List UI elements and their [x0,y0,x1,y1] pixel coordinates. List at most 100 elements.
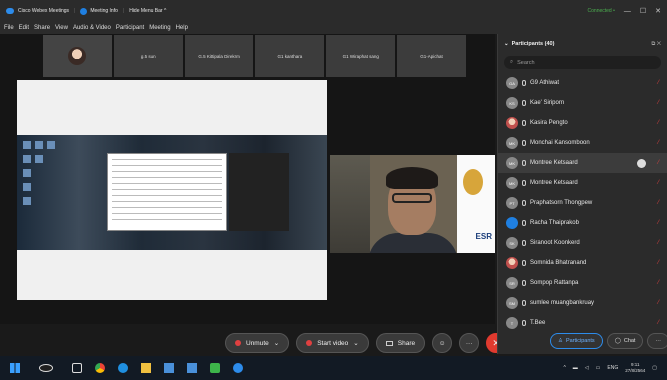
hide-menu-bar-link[interactable]: Hide Menu Bar ^ [129,8,166,14]
system-tray: ^ ▬ ◁ ▭ ENG 9:11 27/8/2564 ▢ [563,362,657,374]
muted-icon[interactable]: ⁄ [658,300,659,306]
search-icon: ⌕ [510,59,514,65]
thumbnail-strip: g.5 sun G.5 Kittipala Direkrm G1 kanthar… [43,35,466,77]
network-icon[interactable]: ▬ [573,365,578,371]
chevron-down-icon[interactable]: ⌄ [504,41,509,47]
thumbnail-video[interactable]: G1 Wiraphat sang [326,35,396,77]
participant-item[interactable]: GA G9 Athiwat ⁄ [498,73,667,93]
desktop-icon [23,155,31,163]
muted-icon[interactable]: ⁄ [658,260,659,266]
edge-icon[interactable] [118,363,128,373]
chrome-icon[interactable] [95,363,105,373]
maximize-button[interactable]: ☐ [640,7,646,15]
keyboard-icon[interactable]: ▭ [596,365,601,371]
file-explorer-icon[interactable] [141,363,151,373]
active-speaker-video[interactable]: ESR [330,155,495,253]
shared-screen[interactable] [17,80,327,300]
avatar [506,217,518,229]
participant-item[interactable]: Racha Thaiprakob ⁄ [498,213,667,233]
windows-start-icon[interactable] [10,363,20,373]
menu-view[interactable]: View [55,25,68,31]
muted-icon[interactable]: ⁄ [658,80,659,86]
thumbnail-video[interactable]: G1 kanthara [255,35,325,77]
muted-icon[interactable]: ⁄ [658,160,659,166]
participant-name: Somnida Bhatranand [530,260,587,266]
participant-item[interactable]: SM sumlee muangbankruay ⁄ [498,293,667,313]
muted-icon[interactable]: ⁄ [658,220,659,226]
connection-status[interactable]: Connected • [588,8,615,14]
participant-item[interactable]: MK Monchai Kansomboon ⁄ [498,133,667,153]
muted-icon[interactable]: ⁄ [658,180,659,186]
microphone-icon [522,320,526,326]
share-button[interactable]: Share [375,333,426,353]
avatar [506,117,518,129]
menu-file[interactable]: File [4,25,14,31]
thumbnail-video[interactable]: g.5 sun [113,35,183,77]
volume-icon[interactable]: ◁ [585,365,589,371]
participant-item[interactable]: MK Montree Ketsaard ⁄ [498,173,667,193]
muted-icon[interactable]: ⁄ [658,100,659,106]
participant-item[interactable]: SR Sompop Rattanpa ⁄ [498,273,667,293]
desktop-icon [35,141,43,149]
muted-icon[interactable]: ⁄ [658,320,659,326]
thumbnail-video[interactable]: G1-Apichat [397,35,466,77]
avatar: MK [506,177,518,189]
notification-icon[interactable]: ▢ [652,365,657,371]
unmute-button[interactable]: Unmute ⌄ [225,333,290,353]
menu-help[interactable]: Help [176,25,188,31]
chevron-down-icon[interactable]: ⌄ [274,339,279,347]
panel-window-controls[interactable]: ⧉ ✕ [651,41,661,48]
line-app-icon[interactable] [210,363,220,373]
avatar: GA [506,77,518,89]
chevron-down-icon[interactable]: ⌄ [353,339,358,347]
muted-icon[interactable]: ⁄ [658,240,659,246]
close-window-button[interactable]: ✕ [655,7,661,15]
menu-edit[interactable]: Edit [19,25,29,31]
participant-item[interactable]: Kasira Pengto ⁄ [498,113,667,133]
task-view-icon[interactable] [72,363,82,373]
panel-footer: ♙ Participants ◯ Chat ··· [550,333,667,349]
muted-icon[interactable]: ⁄ [658,200,659,206]
menu-meeting[interactable]: Meeting [149,25,170,31]
reactions-button[interactable]: ☺ [432,333,453,353]
participants-button[interactable]: ♙ Participants [550,333,603,349]
chevron-up-icon[interactable]: ^ [563,365,565,371]
participant-item[interactable]: MK Montree Ketsaard ⁄ [498,153,667,173]
start-video-button[interactable]: Start video ⌄ [296,333,369,353]
thumbnail-video[interactable] [43,35,112,77]
participant-item[interactable]: PT Praphatsorn Thongpew ⁄ [498,193,667,213]
menu-participant[interactable]: Participant [116,25,144,31]
language-indicator[interactable]: ENG [607,365,618,371]
participant-item[interactable]: Somnida Bhatranand ⁄ [498,253,667,273]
speaker-glasses [392,193,432,203]
clock[interactable]: 9:11 27/8/2564 [625,362,645,374]
app-icon[interactable] [187,363,197,373]
minimize-button[interactable]: — [624,8,631,15]
muted-icon[interactable]: ⁄ [658,140,659,146]
chat-button[interactable]: ◯ Chat [606,333,644,349]
participant-name: G9 Athiwat [530,80,560,86]
muted-icon[interactable]: ⁄ [658,280,659,286]
thumbnail-video[interactable]: G.5 Kittipala Direkrm [184,35,254,77]
panel-more-button[interactable]: ··· [647,333,667,349]
participant-name: Praphatsorn Thongpew [530,200,593,206]
muted-icon[interactable]: ⁄ [658,120,659,126]
microphone-icon [522,300,526,306]
webex-taskbar-icon[interactable] [233,363,243,373]
search-icon[interactable] [39,364,53,372]
desktop-icon [47,141,55,149]
menu-audio-video[interactable]: Audio & Video [73,25,111,31]
meeting-info-link[interactable]: Meeting Info [90,8,118,14]
store-icon[interactable] [164,363,174,373]
participant-item[interactable]: SK Siranoot Koonkerd ⁄ [498,233,667,253]
microphone-icon [522,260,526,266]
menu-share[interactable]: Share [34,25,50,31]
participant-item[interactable]: KS Kae' Siriporn ⁄ [498,93,667,113]
participant-item[interactable]: T T.Bee ⁄ [498,313,667,333]
meeting-controls: Unmute ⌄ Start video ⌄ Share ☺ ··· ✕ [225,333,507,353]
search-placeholder: Search [517,59,535,66]
info-icon[interactable] [80,7,88,15]
participant-search-input[interactable]: ⌕ Search [504,56,661,69]
more-options-button[interactable]: ··· [459,333,480,353]
background-shelf [330,155,370,253]
